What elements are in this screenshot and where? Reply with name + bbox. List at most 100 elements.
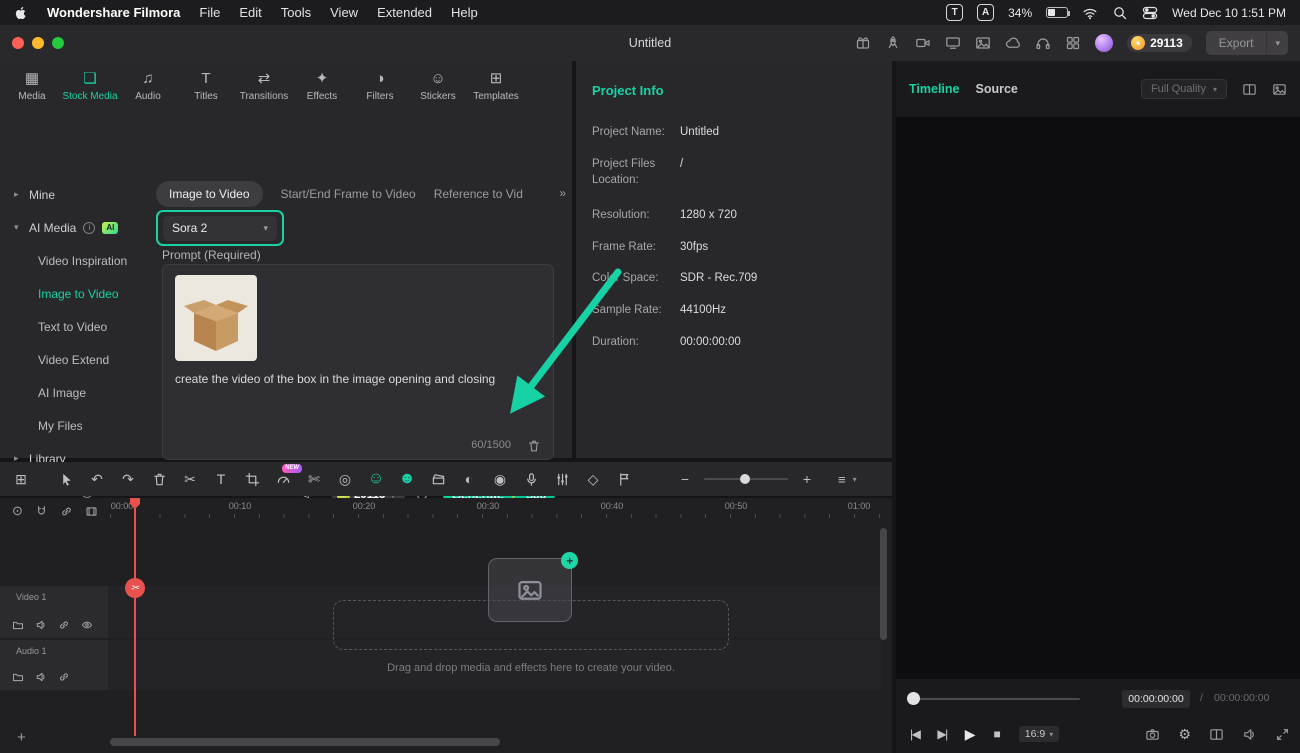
zoom-out-icon[interactable]: − (676, 470, 694, 488)
snapshot-icon[interactable] (1145, 727, 1160, 742)
smart-cut-icon[interactable]: ✄ (305, 470, 323, 488)
credits-balance[interactable]: ✦ 29113 (1127, 34, 1192, 52)
next-frame-icon[interactable]: ▶| (937, 727, 946, 741)
tab-start-end-frame[interactable]: Start/End Frame to Video (281, 187, 416, 201)
delete-icon[interactable] (150, 472, 168, 487)
user-avatar[interactable] (1095, 34, 1113, 52)
app-menu-title[interactable]: Wondershare Filmora (47, 5, 180, 20)
playhead[interactable]: ✂ (134, 498, 136, 736)
mute-track-icon[interactable] (35, 671, 47, 683)
text-tool-icon[interactable]: T (212, 470, 230, 488)
screen-record-icon[interactable] (915, 35, 931, 51)
input-source-a-icon[interactable]: A (977, 4, 994, 21)
playback-slider-handle[interactable] (907, 692, 920, 705)
tab-stock-media[interactable]: ❏ Stock Media (62, 67, 118, 111)
keyframe-wheel-icon[interactable]: ⊙ (12, 503, 23, 519)
close-window-button[interactable] (12, 37, 24, 49)
tab-media[interactable]: ▦ Media (4, 67, 60, 111)
undo-icon[interactable]: ↶ (88, 470, 106, 488)
zoom-slider-track[interactable] (704, 478, 788, 480)
tab-stickers[interactable]: ☺ Stickers (410, 67, 466, 111)
timeline-horizontal-scrollbar[interactable] (110, 738, 500, 746)
more-tabs-icon[interactable]: » (554, 186, 566, 200)
sidebar-group-ai-media[interactable]: ▾ AI Media i AI (0, 211, 152, 244)
ai-avatar-icon[interactable]: ☻ (398, 470, 416, 488)
menu-extended[interactable]: Extended (377, 5, 432, 20)
sidebar-item-ai-image[interactable]: AI Image (0, 376, 152, 409)
add-media-icon[interactable]: + (561, 552, 578, 569)
select-tool-icon[interactable] (57, 472, 75, 487)
preview-viewport[interactable] (896, 117, 1300, 679)
mute-track-icon[interactable] (35, 619, 47, 631)
sidebar-group-mine[interactable]: ▸ Mine (0, 178, 152, 211)
menu-help[interactable]: Help (451, 5, 478, 20)
sidebar-item-video-extend[interactable]: Video Extend (0, 343, 152, 376)
speed-ramp-icon[interactable]: NEW (274, 472, 292, 487)
preview-layout-icon[interactable] (1209, 727, 1224, 742)
link-clips-icon[interactable] (60, 505, 73, 518)
folder-icon[interactable] (12, 671, 24, 683)
clear-prompt-icon[interactable] (527, 439, 541, 453)
tab-audio[interactable]: ♫ Audio (120, 67, 176, 111)
sidebar-item-text-to-video[interactable]: Text to Video (0, 310, 152, 343)
menu-tools[interactable]: Tools (281, 5, 311, 20)
redo-icon[interactable]: ↷ (119, 470, 137, 488)
tab-source-preview[interactable]: Source (975, 82, 1017, 96)
gift-icon[interactable] (855, 35, 871, 51)
snap-magnet-icon[interactable] (35, 505, 48, 518)
volume-icon[interactable] (1242, 727, 1257, 742)
playback-quality-dropdown[interactable]: Full Quality ▾ (1141, 79, 1227, 99)
timeline-ruler[interactable]: 00:00 00:10 00:20 00:30 00:40 00:50 01:0… (110, 499, 884, 515)
menu-file[interactable]: File (199, 5, 220, 20)
marker-icon[interactable] (615, 472, 633, 487)
lock-track-icon[interactable] (58, 619, 70, 631)
current-timecode[interactable]: 00:00:00:00 (1122, 690, 1190, 708)
tab-templates[interactable]: ⊞ Templates (468, 67, 524, 111)
media-library-icon[interactable] (975, 35, 991, 51)
input-source-t-icon[interactable]: T (946, 4, 963, 21)
zoom-in-icon[interactable]: + (798, 470, 816, 488)
spotlight-search-icon[interactable] (1112, 5, 1128, 21)
motion-track-icon[interactable]: ◎ (336, 470, 354, 488)
control-center-icon[interactable] (1142, 5, 1158, 21)
settings-gear-icon[interactable]: ⚙ (1178, 726, 1191, 743)
prompt-image-thumbnail[interactable] (175, 275, 257, 361)
rocket-icon[interactable] (885, 35, 901, 51)
tab-filters[interactable]: ◑ Filters (352, 67, 408, 111)
play-icon[interactable]: ▶ (965, 726, 976, 743)
display-icon[interactable] (945, 35, 961, 51)
tab-titles[interactable]: T Titles (178, 67, 234, 111)
fullscreen-icon[interactable] (1275, 727, 1290, 742)
audio-track-header[interactable]: Audio 1 (0, 640, 108, 690)
render-preview-icon[interactable] (85, 505, 98, 518)
menu-edit[interactable]: Edit (239, 5, 261, 20)
apps-grid-icon[interactable] (1065, 35, 1081, 51)
timeline-vertical-scrollbar[interactable] (880, 528, 887, 640)
video-track-header[interactable]: Video 1 (0, 586, 108, 638)
cloud-icon[interactable] (1005, 35, 1021, 51)
split-icon[interactable]: ✂ (181, 470, 199, 488)
wifi-icon[interactable] (1082, 5, 1098, 21)
zoom-slider-handle[interactable] (740, 474, 750, 484)
tab-transitions[interactable]: ⇄ Transitions (236, 67, 292, 111)
sidebar-item-my-files[interactable]: My Files (0, 409, 152, 442)
aspect-ratio-dropdown[interactable]: 16:9 ▾ (1019, 726, 1059, 742)
split-at-playhead-icon[interactable]: ✂ (125, 578, 145, 598)
info-icon[interactable]: i (83, 222, 95, 234)
sidebar-item-image-to-video[interactable]: Image to Video (0, 277, 152, 310)
hide-track-eye-icon[interactable] (81, 619, 93, 631)
voiceover-mic-icon[interactable] (522, 472, 540, 487)
crop-icon[interactable] (243, 472, 261, 487)
lock-track-icon[interactable] (58, 671, 70, 683)
record-icon[interactable]: ◉ (491, 470, 509, 488)
prompt-input-area[interactable]: create the video of the box in the image… (162, 264, 554, 460)
tab-effects[interactable]: ✦ Effects (294, 67, 350, 111)
mask-icon[interactable]: ◐ (460, 470, 478, 488)
tab-image-to-video[interactable]: Image to Video (156, 181, 263, 207)
media-drop-placeholder[interactable]: + (488, 558, 572, 622)
ai-portrait-icon[interactable]: ☺ (367, 470, 385, 488)
tab-timeline-preview[interactable]: Timeline (909, 82, 959, 96)
previous-frame-icon[interactable]: |◀ (910, 727, 919, 741)
split-view-icon[interactable] (1242, 82, 1257, 97)
sidebar-item-video-inspiration[interactable]: Video Inspiration (0, 244, 152, 277)
